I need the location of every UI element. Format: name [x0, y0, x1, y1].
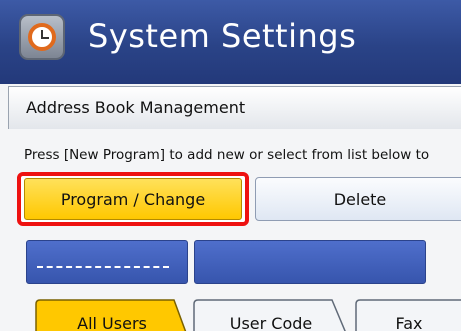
title-bar: System Settings	[0, 0, 461, 84]
tab-all-users[interactable]: All Users	[34, 298, 190, 331]
clock-face	[28, 23, 56, 51]
tab-label: Fax	[395, 314, 423, 331]
screen: System Settings Address Book Management …	[0, 0, 461, 331]
entry-field-2[interactable]	[194, 240, 426, 284]
program-change-button[interactable]: Program / Change	[24, 178, 242, 220]
entry-field-1[interactable]	[26, 240, 188, 284]
section-title: Address Book Management	[26, 98, 246, 117]
tab-label: All Users	[77, 314, 147, 331]
instruction-text: Press [New Program] to add new or select…	[24, 147, 430, 163]
delete-button[interactable]: Delete	[255, 177, 461, 221]
section-header: Address Book Management	[8, 86, 461, 129]
page-title: System Settings	[88, 17, 357, 55]
tab-fax[interactable]: Fax	[354, 298, 461, 331]
system-settings-clock-icon	[19, 14, 65, 60]
tab-label: User Code	[229, 314, 313, 331]
empty-entry-placeholder	[37, 266, 169, 270]
tab-user-code[interactable]: User Code	[192, 298, 350, 331]
